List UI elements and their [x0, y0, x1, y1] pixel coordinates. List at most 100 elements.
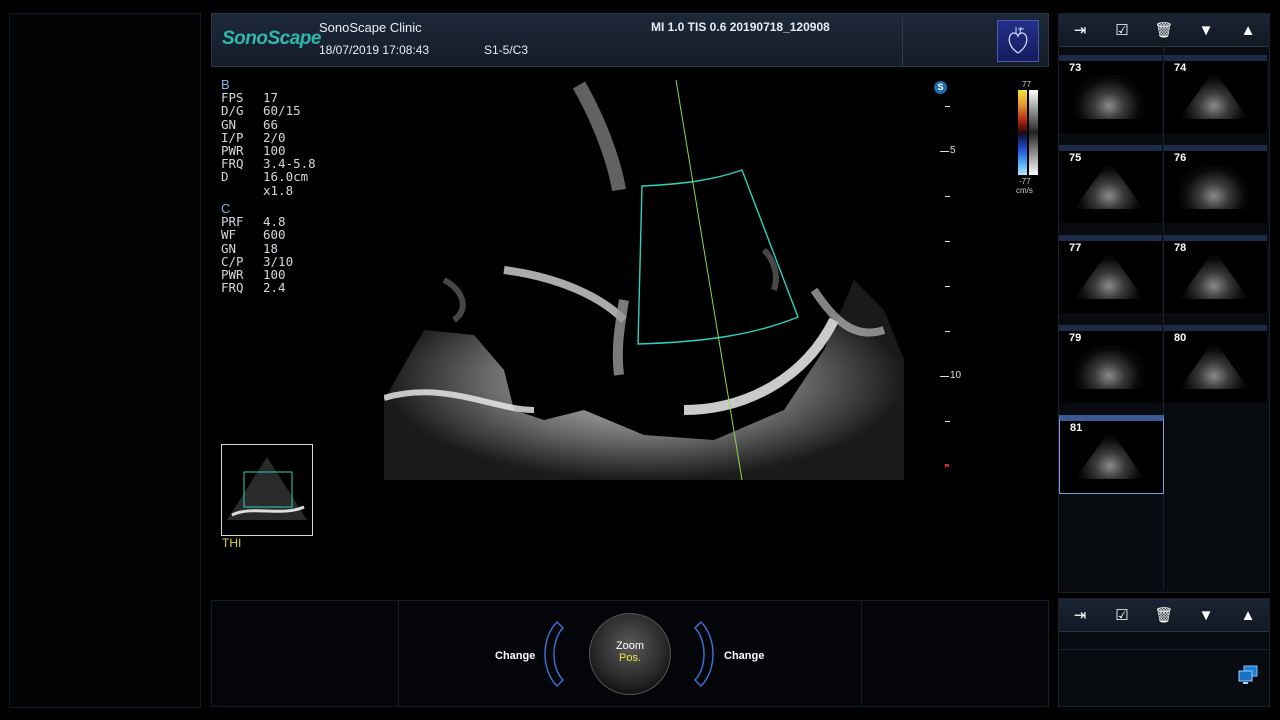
thumbnail-image — [1179, 75, 1249, 119]
panel-divider — [1059, 649, 1269, 650]
param-row: FRQ 2.4 — [221, 281, 293, 294]
thumbnail-number: 74 — [1174, 62, 1187, 74]
trash-icon[interactable]: 🗑 — [1143, 14, 1185, 46]
heart-outline-icon — [1008, 26, 1028, 54]
param-row: x1.8 — [221, 182, 316, 198]
thumbnail-image — [1074, 165, 1144, 209]
image-overview-thumbnail[interactable] — [221, 444, 313, 536]
triangle-up-icon[interactable]: ▲ — [1227, 14, 1269, 46]
overview-sector-icon — [227, 457, 307, 520]
color-scale-unit: cm/s — [1016, 186, 1033, 195]
thumbnail-image — [1074, 255, 1144, 299]
param-key: FRQ — [221, 280, 244, 296]
depth-label-10: 10 — [950, 370, 962, 381]
thumbnail-number: 76 — [1174, 152, 1187, 164]
left-bracket-icon[interactable] — [537, 620, 567, 693]
param-value: 18 — [263, 240, 279, 256]
thumbnail-number: 78 — [1174, 242, 1187, 254]
clip-thumbnail[interactable]: 76 — [1164, 145, 1267, 223]
thi-indicator: THI — [222, 536, 242, 550]
b-param-list: FPS 17 D/G 60/15 GN 66 I/P 2/0 PWR 100 FRQ 3.4-5.8 D… — [221, 91, 316, 197]
depth-ruler: 5 10 — [940, 80, 965, 480]
thumbnail-number: 77 — [1069, 242, 1082, 254]
depth-label-5: 5 — [950, 145, 956, 156]
param-row: D 16.0cm — [221, 170, 316, 183]
color-scale-min: -77 — [1019, 177, 1031, 186]
mode-s-icon: S — [934, 81, 947, 94]
thumbnail-image — [1179, 165, 1249, 209]
acoustic-params: MI 1.0 TIS 0.6 20190718_120908 — [651, 20, 830, 34]
param-row: GN 18 — [221, 240, 293, 256]
report-icon[interactable]: ☑ — [1101, 14, 1143, 46]
param-row: D/G 60/15 — [221, 104, 316, 117]
triangle-up-icon[interactable]: ▲ — [1227, 599, 1269, 631]
depth-tick — [945, 331, 950, 332]
heart-preset-icon[interactable] — [997, 20, 1039, 62]
clip-thumbnail[interactable]: 77 — [1059, 235, 1162, 313]
c-param-list: PRF 4.8 WF 600 GN 18 C/P 3/10 PWR 100 FRQ 2.4 — [221, 215, 293, 294]
color-gray-bar — [1029, 90, 1038, 175]
panel-divider — [398, 601, 399, 706]
left-panel — [9, 13, 201, 708]
clip-thumbnail[interactable]: 78 — [1164, 235, 1267, 313]
trash-icon[interactable]: 🗑 — [1143, 599, 1185, 631]
param-key: GN — [221, 116, 237, 132]
param-key: GN — [221, 240, 237, 256]
param-row: WF 600 — [221, 228, 293, 241]
clip-thumbnail[interactable]: 75 — [1059, 145, 1162, 223]
param-value: 60/15 — [263, 103, 301, 119]
knob-label-zoom: Zoom — [615, 640, 645, 652]
probe-preset: S1-5/C3 — [484, 43, 529, 57]
b-mode-params: B FPS 17 D/G 60/15 GN 66 I/P 2/0 PWR 100 FRQ 3.4-5.… — [221, 78, 316, 197]
thumbnail-image — [1074, 75, 1144, 119]
export-icon[interactable]: ⇥ — [1059, 599, 1101, 631]
clip-thumbnail[interactable]: 79 — [1059, 325, 1162, 403]
clip-thumbnail[interactable]: 73 — [1059, 55, 1162, 133]
right-bracket-icon[interactable] — [691, 620, 721, 693]
zoom-pos-knob[interactable]: Zoom Pos. — [589, 613, 671, 695]
clip-thumbnail[interactable]: 80 — [1164, 325, 1267, 403]
param-value: 2.4 — [263, 280, 286, 296]
triangle-down-icon[interactable]: ▼ — [1185, 14, 1227, 46]
param-key: D — [221, 169, 229, 185]
depth-tick — [945, 241, 950, 242]
thumbnail-number: 79 — [1069, 332, 1082, 344]
param-value: 66 — [263, 116, 279, 132]
thumbnail-number: 80 — [1174, 332, 1187, 344]
param-row: GN 66 — [221, 116, 316, 132]
echo-sector-image — [383, 79, 904, 481]
color-scale-max: 77 — [1022, 80, 1031, 89]
focus-marker — [945, 464, 949, 467]
screens-icon[interactable] — [1237, 665, 1259, 685]
change-left-button[interactable]: Change — [495, 650, 535, 662]
change-right-button[interactable]: Change — [724, 650, 764, 662]
thumbnail-image — [1179, 255, 1249, 299]
clip-thumbnail[interactable]: 81 — [1059, 415, 1164, 494]
export-icon[interactable]: ⇥ — [1059, 14, 1101, 46]
triangle-down-icon[interactable]: ▼ — [1185, 599, 1227, 631]
param-value: 16.0cm — [263, 169, 309, 185]
param-value: 600 — [263, 227, 286, 243]
brand-logo: SonoScape — [222, 28, 321, 49]
ultrasound-image[interactable] — [383, 79, 904, 481]
param-key: D/G — [221, 103, 244, 119]
param-key: WF — [221, 227, 237, 243]
thumbnail-image — [1075, 435, 1145, 479]
secondary-toolbar: ⇥ ☑ 🗑 ▼ ▲ — [1059, 599, 1269, 632]
thumbnail-image — [1074, 345, 1144, 389]
knob-label-pos: Pos. — [618, 652, 641, 664]
depth-tick — [945, 421, 950, 422]
header-bar: SonoScape SonoScape Clinic 18/07/2019 17… — [211, 13, 1049, 67]
depth-tick — [945, 106, 950, 107]
report-icon[interactable]: ☑ — [1101, 599, 1143, 631]
thumbnail-number: 75 — [1069, 152, 1082, 164]
color-mode-params: C PRF 4.8 WF 600 GN 18 C/P 3/10 PWR 100 FRQ 2.4 — [221, 202, 293, 295]
header-divider — [902, 14, 903, 66]
thumbnail-number: 81 — [1070, 422, 1083, 434]
clinic-name: SonoScape Clinic — [319, 20, 422, 35]
depth-tick — [940, 376, 949, 377]
depth-tick — [940, 151, 949, 152]
clip-thumbnail[interactable]: 74 — [1164, 55, 1267, 133]
thumbnail-number: 73 — [1069, 62, 1082, 74]
param-value: x1.8 — [263, 182, 294, 198]
